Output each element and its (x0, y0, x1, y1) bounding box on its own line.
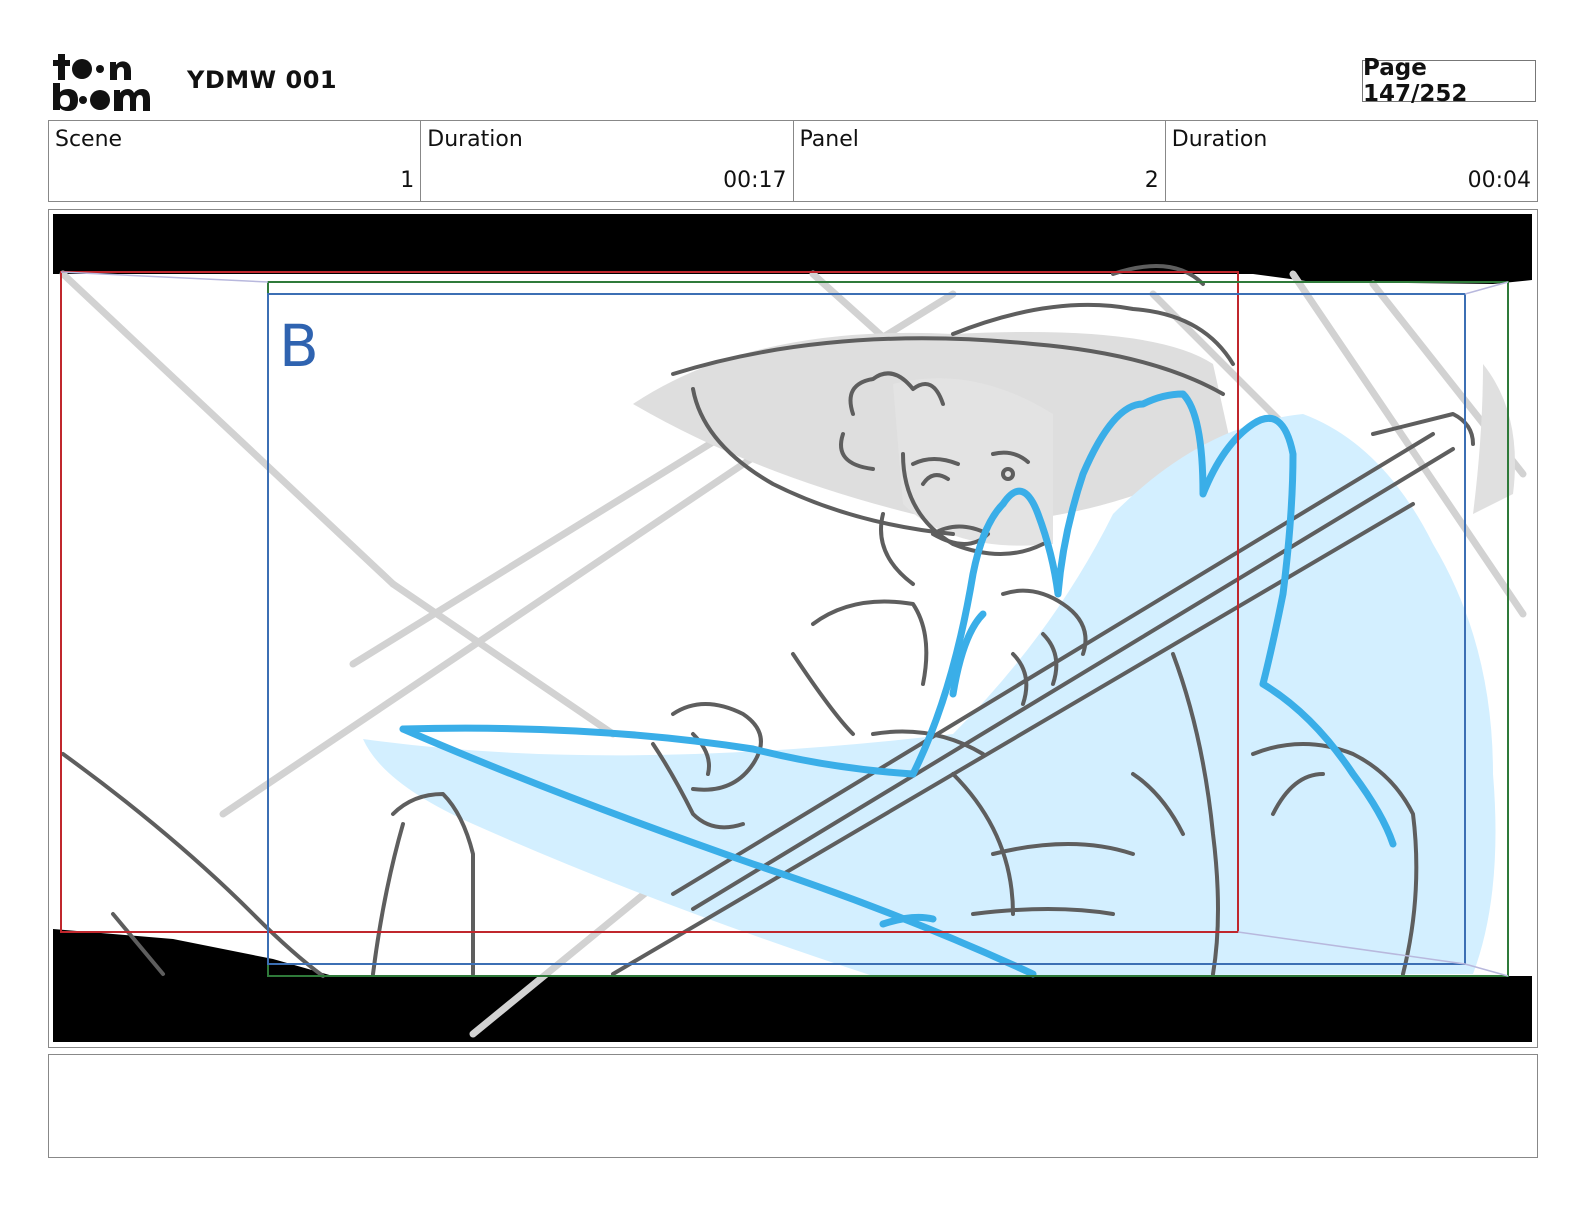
page-indicator: Page 147/252 (1362, 55, 1536, 107)
scene-value: 1 (400, 168, 415, 193)
panel-duration-value: 00:04 (1467, 168, 1531, 193)
letterbox-bottom (53, 976, 1532, 1042)
project-title: YDMW 001 (187, 66, 338, 94)
scene-duration-label: Duration (427, 127, 523, 152)
panel-notes-box (48, 1054, 1538, 1158)
panel-duration-label: Duration (1171, 127, 1268, 152)
layer-marker-b: B (279, 312, 319, 380)
toon-boom-logo (52, 52, 164, 112)
panel-label: Panel (799, 127, 859, 152)
storyboard-panel-frame: B (48, 209, 1538, 1048)
storyboard-sketch: B (53, 214, 1532, 1042)
panel-info-row: Scene 1 Duration 00:17 Panel 2 Duration … (48, 120, 1538, 202)
scene-label: Scene (55, 127, 123, 152)
scene-cell: Scene 1 (49, 121, 422, 201)
scene-duration-cell: Duration 00:17 (421, 121, 794, 201)
scene-duration-value: 00:17 (723, 168, 787, 193)
letterbox-top (53, 214, 1532, 274)
panel-value: 2 (1144, 168, 1159, 193)
panel-cell: Panel 2 (794, 121, 1166, 201)
panel-duration-cell: Duration 00:04 (1166, 121, 1537, 201)
